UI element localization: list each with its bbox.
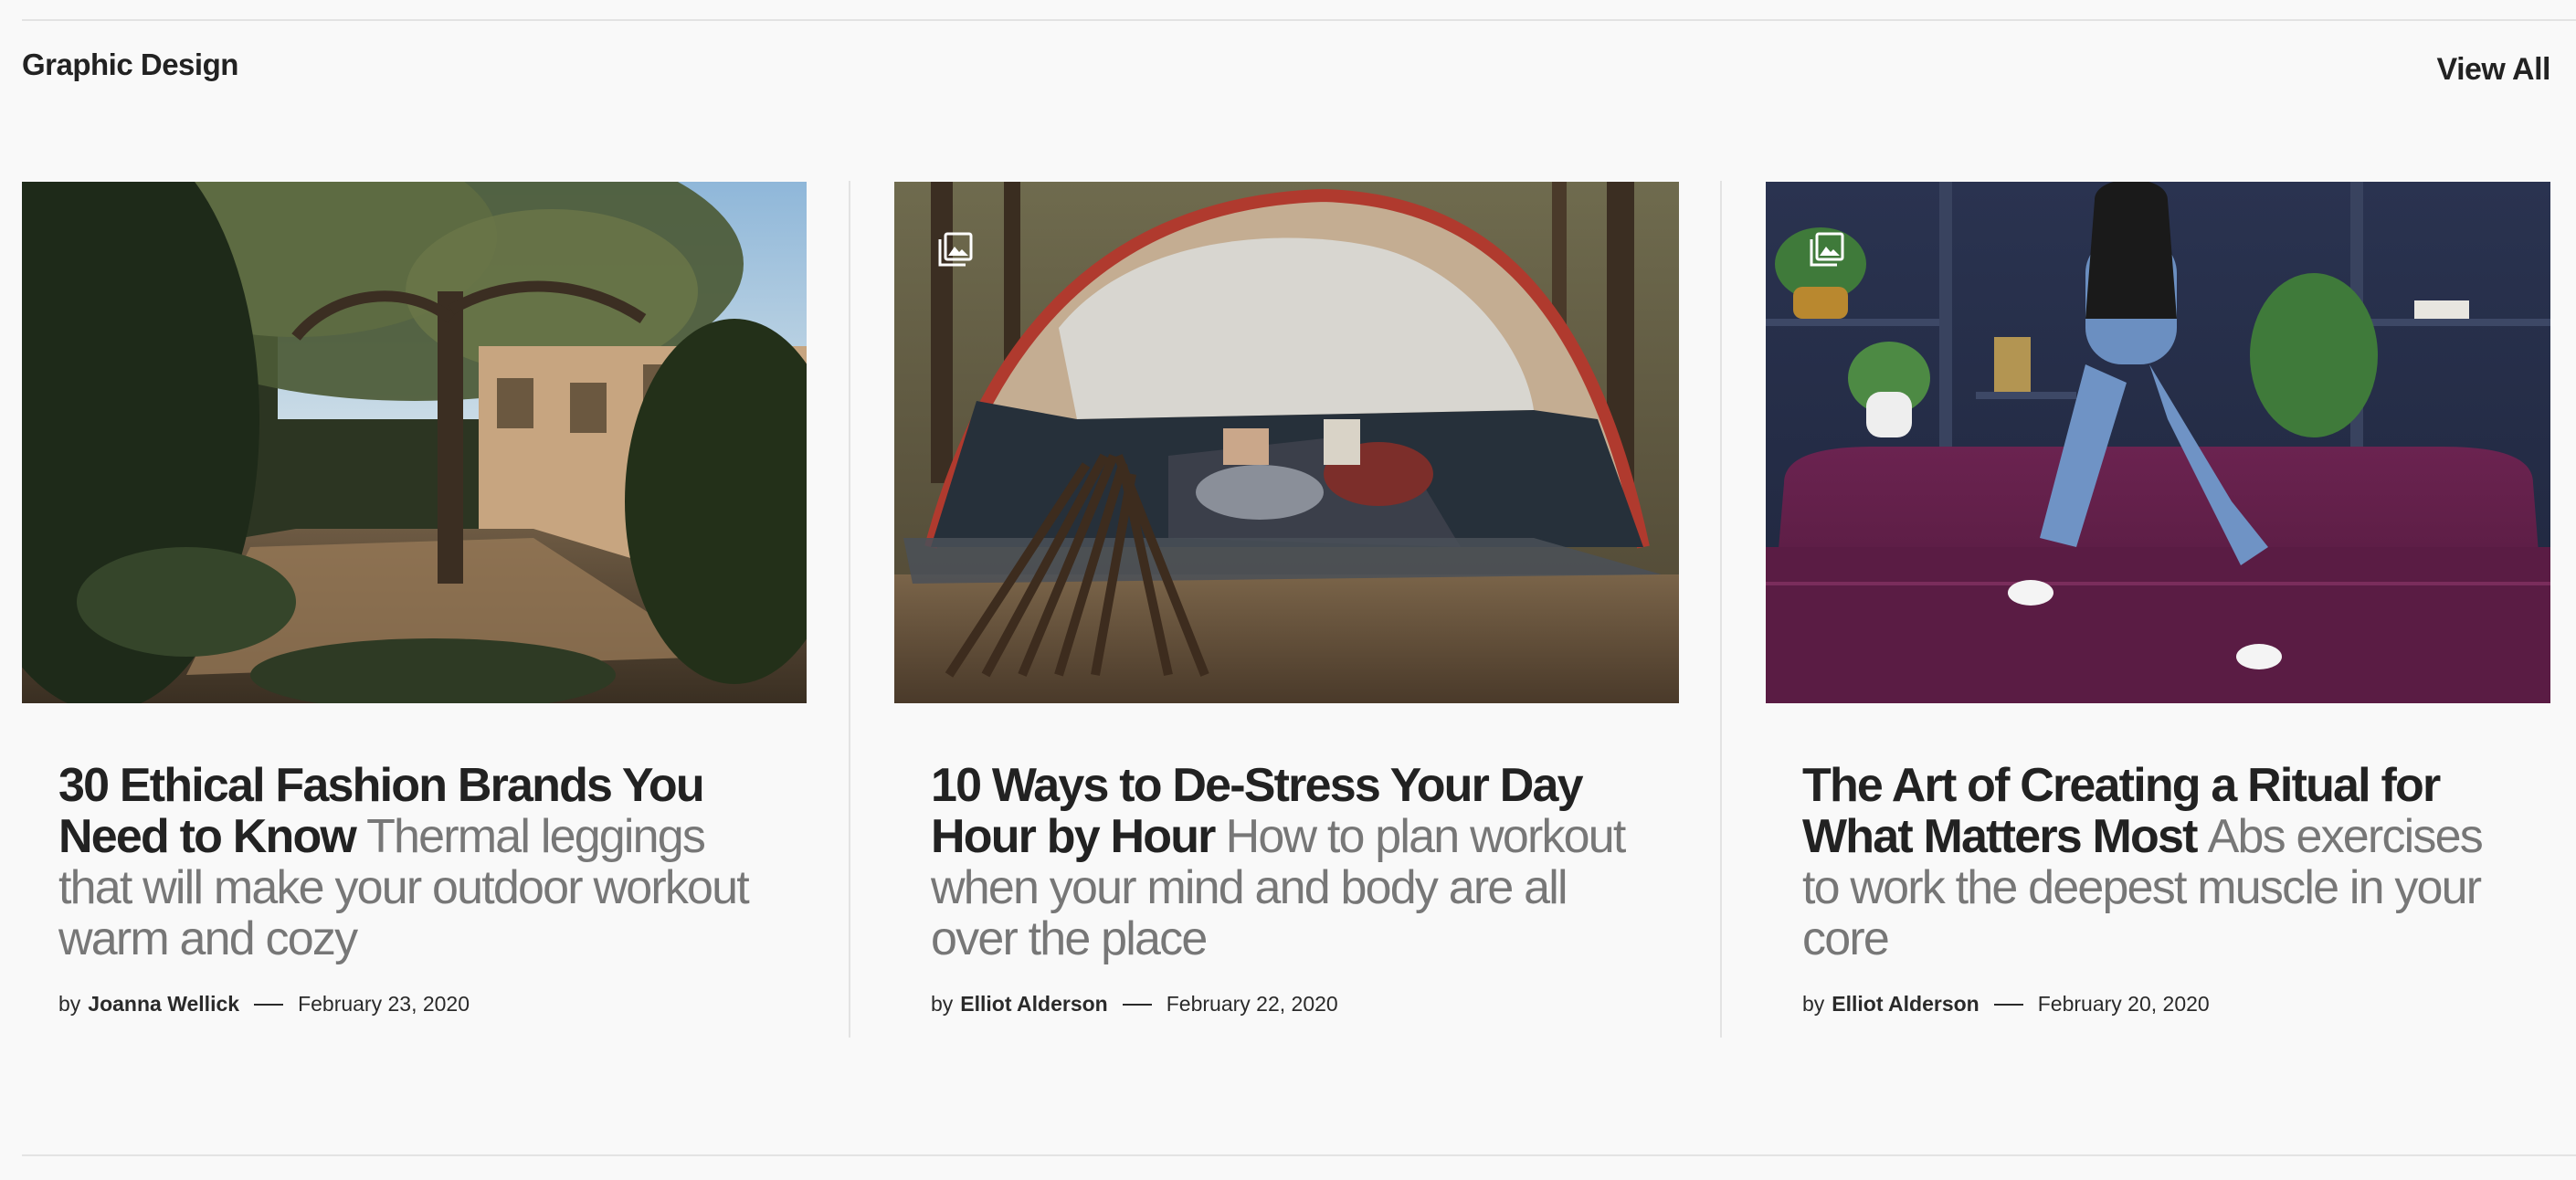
velvet-sofa-portrait-image bbox=[1766, 182, 2550, 703]
article-meta: by Elliot Alderson February 22, 2020 bbox=[931, 992, 1642, 1017]
by-label: by bbox=[58, 992, 81, 1016]
article-date: February 23, 2020 bbox=[298, 992, 470, 1016]
article-image-link[interactable] bbox=[894, 182, 1679, 703]
article-date: February 22, 2020 bbox=[1166, 992, 1338, 1016]
article-headline[interactable]: The Art of Creating a Ritual for What Ma… bbox=[1802, 760, 2514, 964]
article-card: 30 Ethical Fashion Brands You Need to Kn… bbox=[22, 182, 807, 1017]
article-image-link[interactable] bbox=[1766, 182, 2550, 703]
by-label: by bbox=[931, 992, 954, 1016]
article-date: February 20, 2020 bbox=[2037, 992, 2210, 1016]
article-headline[interactable]: 30 Ethical Fashion Brands You Need to Kn… bbox=[58, 760, 770, 964]
top-divider bbox=[22, 19, 2576, 21]
meta-separator bbox=[1122, 1003, 1152, 1006]
column-divider bbox=[849, 181, 850, 1038]
article-card: The Art of Creating a Ritual for What Ma… bbox=[1766, 182, 2550, 1017]
article-meta: by Elliot Alderson February 20, 2020 bbox=[1802, 992, 2514, 1017]
author-link[interactable]: Elliot Alderson bbox=[960, 992, 1107, 1017]
gallery-icon bbox=[1810, 232, 1844, 267]
author-link[interactable]: Joanna Wellick bbox=[88, 992, 239, 1017]
article-headline[interactable]: 10 Ways to De-Stress Your Day Hour by Ho… bbox=[931, 760, 1642, 964]
view-all-link[interactable]: View All bbox=[2437, 52, 2551, 88]
author-link[interactable]: Elliot Alderson bbox=[1832, 992, 1979, 1017]
gallery-icon bbox=[938, 232, 973, 267]
camping-tent-image bbox=[894, 182, 1679, 703]
column-divider bbox=[1720, 181, 1722, 1038]
meta-separator bbox=[254, 1003, 284, 1006]
article-meta: by Joanna Wellick February 23, 2020 bbox=[58, 992, 770, 1017]
article-image-link[interactable] bbox=[22, 182, 807, 703]
garden-courtyard-image bbox=[22, 182, 807, 703]
meta-separator bbox=[1993, 1003, 2023, 1006]
bottom-divider bbox=[22, 1154, 2576, 1156]
section-title: Graphic Design bbox=[22, 47, 238, 81]
article-card: 10 Ways to De-Stress Your Day Hour by Ho… bbox=[894, 182, 1679, 1017]
by-label: by bbox=[1802, 992, 1825, 1016]
